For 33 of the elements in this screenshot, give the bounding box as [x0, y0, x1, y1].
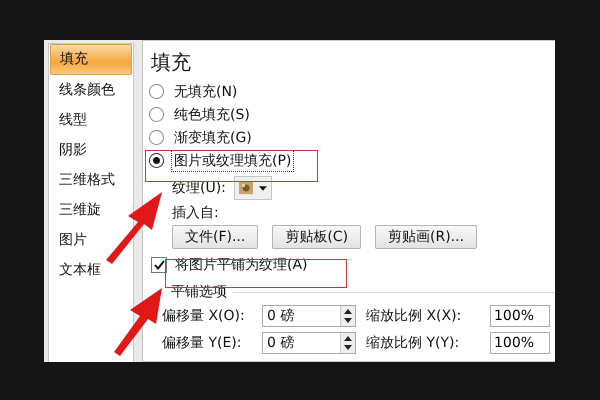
radio-label: 图片或纹理填充(P) [172, 150, 294, 170]
scale-field[interactable]: 100% [490, 332, 550, 354]
radio-button[interactable] [149, 107, 164, 122]
caret-icon [258, 186, 267, 190]
offset-spinner[interactable]: 0 磅 [262, 304, 356, 326]
radio-button[interactable] [149, 84, 164, 99]
checkbox[interactable] [151, 257, 167, 273]
insert-from-label: 插入自: [172, 204, 220, 223]
scale-label: 缩放比例 X(X): [366, 306, 462, 324]
offset-label: 偏移量 Y(E): [162, 334, 242, 352]
offset-label: 偏移量 X(O): [162, 306, 246, 324]
category-item[interactable]: 三维旋 [50, 196, 132, 225]
category-item[interactable]: 阴影 [50, 136, 132, 165]
texture-swatch-icon [238, 181, 253, 195]
category-item[interactable]: 三维格式 [50, 166, 132, 195]
offset-spinner[interactable]: 0 磅 [262, 332, 356, 354]
panel-title: 填充 [151, 49, 192, 76]
radio-label: 渐变填充(G) [173, 128, 253, 148]
category-item[interactable]: 文本框 [50, 256, 132, 285]
insert-button[interactable]: 剪贴板(C) [272, 225, 362, 249]
category-item[interactable]: 线条颜色 [50, 76, 132, 105]
insert-button[interactable]: 剪贴画(R)... [375, 225, 478, 249]
radio-button[interactable] [149, 130, 164, 145]
category-item[interactable]: 线型 [50, 106, 132, 135]
scale-label: 缩放比例 Y(Y): [366, 334, 460, 352]
insert-button[interactable]: 文件(F)... [172, 225, 258, 249]
radio-label: 无填充(N) [173, 82, 238, 102]
radio-button[interactable] [149, 153, 164, 168]
texture-dropdown[interactable] [234, 176, 272, 200]
radio-label: 纯色填充(S) [173, 106, 251, 124]
category-item[interactable]: 图片 [50, 226, 132, 255]
category-item[interactable]: 填充 [50, 44, 132, 75]
scale-field[interactable]: 100% [490, 304, 550, 326]
